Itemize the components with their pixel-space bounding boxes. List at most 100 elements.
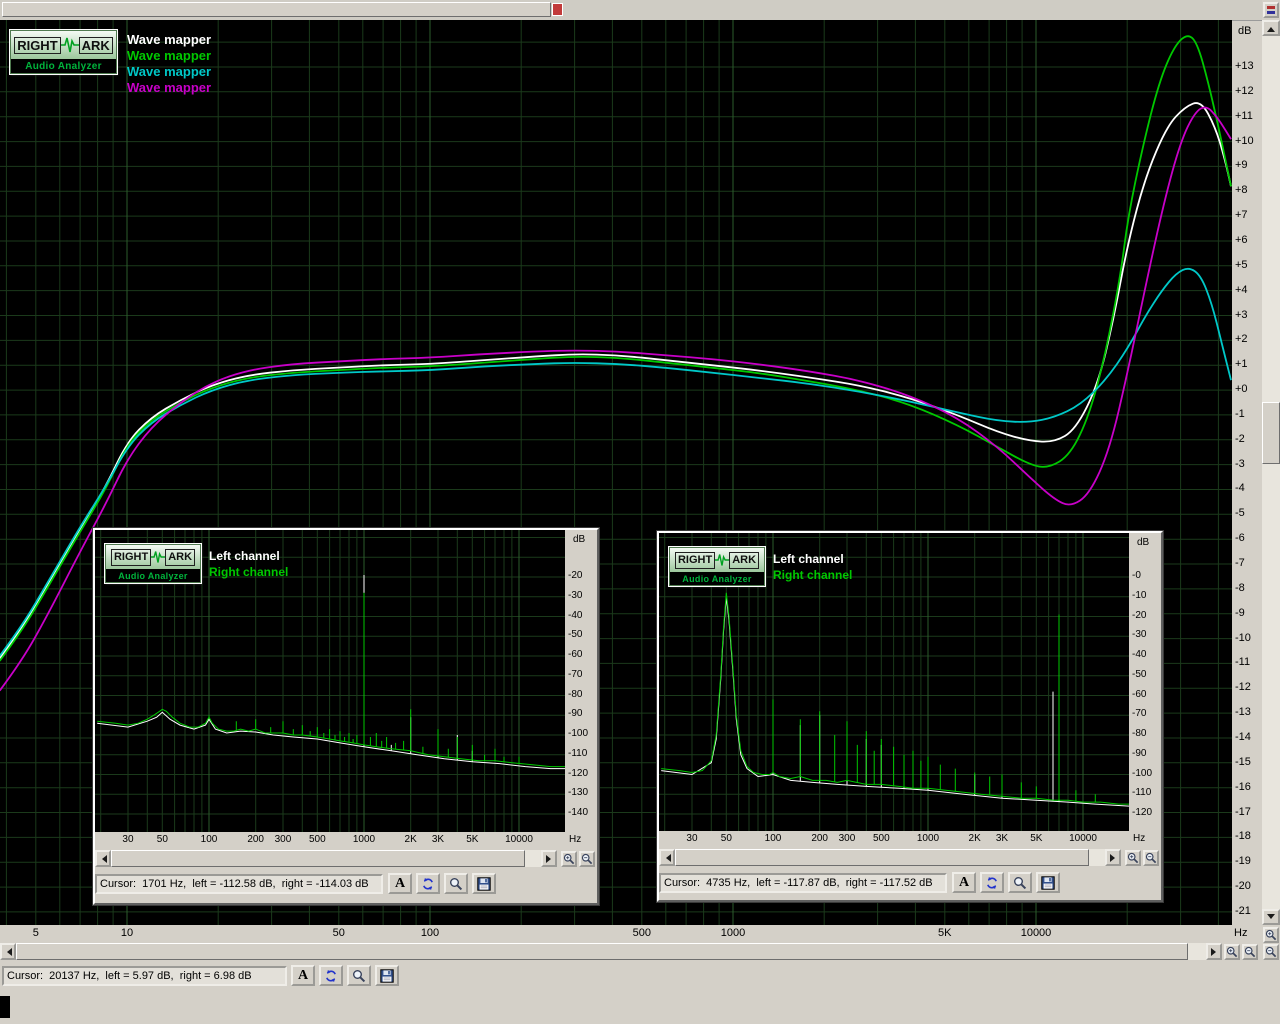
save-button[interactable] <box>472 873 496 894</box>
zoom-out-button[interactable] <box>1143 850 1159 866</box>
y-tick-label: -18 <box>1235 830 1251 843</box>
main-x-axis-unit: Hz <box>1234 927 1248 939</box>
arrow-left-icon <box>98 854 107 863</box>
y-tick-label: +5 <box>1235 258 1248 271</box>
x-tick-label: 10000 <box>505 834 533 845</box>
top-scrollbar-thumb[interactable] <box>2 2 551 17</box>
spectrum-h-scrollbar[interactable] <box>95 850 557 867</box>
y-tick-label: -90 <box>568 708 583 720</box>
spectrum-y-axis: dB -0 -10 -20 -30 -40 -50 -60 -70 -80 -90 -100 -110… <box>1129 533 1159 831</box>
arrow-right-icon <box>545 854 555 863</box>
spectrum-window-left[interactable]: RIGHT ARK Audio Analyzer Left channel Rig… <box>93 528 599 905</box>
y-tick-label: -120 <box>568 767 589 779</box>
y-tick-label: +8 <box>1235 184 1248 197</box>
y-tick-label: +2 <box>1235 333 1248 346</box>
waveform-icon <box>715 554 730 566</box>
save-button[interactable] <box>1036 872 1060 893</box>
y-tick-label: +6 <box>1235 233 1248 246</box>
y-tick-label: -6 <box>1235 532 1245 545</box>
legend-item: Left channel <box>209 549 280 563</box>
y-tick-label: -15 <box>1235 755 1251 768</box>
magnifier-plus-icon <box>1265 929 1277 941</box>
y-tick-label: -12 <box>1235 681 1251 694</box>
y-tick-label: -50 <box>568 629 583 641</box>
floppy-save-icon <box>380 968 394 983</box>
channel-legend: Left channel Right channel <box>773 551 852 583</box>
y-tick-label: -60 <box>568 649 583 660</box>
magnifier-minus-icon <box>1145 852 1157 864</box>
rmaa-logo: RIGHT ARK Audio Analyzer <box>669 547 765 586</box>
magnifier-plus-icon <box>563 853 575 865</box>
scroll-left-button[interactable] <box>659 849 675 866</box>
y-tick-label: -20 <box>1132 609 1147 621</box>
zoom-in-y-button[interactable] <box>1263 927 1279 943</box>
logo-text-right: RIGHT <box>674 551 716 569</box>
y-tick-label: -60 <box>1132 688 1147 700</box>
zoom-out-y-button[interactable] <box>1263 944 1279 960</box>
zoom-in-button[interactable] <box>561 851 577 867</box>
main-h-scrollbar-thumb[interactable] <box>16 943 1188 960</box>
main-v-scrollbar-thumb[interactable] <box>1262 402 1280 464</box>
y-tick-label: -19 <box>1235 855 1251 868</box>
scroll-left-button[interactable] <box>0 943 16 960</box>
y-tick-label: -40 <box>1132 649 1147 660</box>
main-h-scrollbar[interactable] <box>0 943 1222 960</box>
main-font-button[interactable]: A <box>291 965 315 986</box>
y-tick-label: -110 <box>1132 787 1152 799</box>
main-cursor-readout: Cursor: 20137 Hz, left = 5.97 dB, right … <box>2 966 287 986</box>
y-tick-label: +1 <box>1235 358 1248 371</box>
spectrum-h-scrollbar[interactable] <box>659 849 1121 866</box>
y-tick-label: -1 <box>1235 407 1245 420</box>
main-zoom-button[interactable] <box>347 965 371 986</box>
scrollbar-thumb[interactable] <box>111 850 525 867</box>
zoom-out-button[interactable] <box>579 851 595 867</box>
refresh-button[interactable] <box>416 873 440 894</box>
logo-subtitle: Audio Analyzer <box>10 59 117 74</box>
scroll-right-button[interactable] <box>541 850 557 867</box>
x-tick-label: 100 <box>764 833 782 844</box>
zoom-out-x-button[interactable] <box>1242 944 1258 960</box>
main-y-axis: dB +13 +12 +11 +10 +9 +8 +7 +6 +5 +4 +3 +2 +1 +0 -1 -2 -… <box>1232 20 1262 925</box>
y-tick-label: -140 <box>568 807 589 818</box>
scroll-down-button[interactable] <box>1262 909 1280 925</box>
font-a-icon: A <box>958 874 970 890</box>
font-button[interactable]: A <box>952 872 976 893</box>
refresh-button[interactable] <box>980 872 1004 893</box>
scroll-right-button[interactable] <box>1105 849 1121 866</box>
zoom-button[interactable] <box>1008 872 1032 893</box>
main-v-scrollbar[interactable] <box>1262 20 1280 925</box>
y-tick-label: -90 <box>1132 747 1147 759</box>
y-tick-label: -100 <box>568 728 589 739</box>
top-scrollbar[interactable] <box>0 0 1262 21</box>
zoom-in-x-button[interactable] <box>1224 944 1240 960</box>
zoom-button[interactable] <box>444 873 468 894</box>
scroll-right-button[interactable] <box>1206 943 1222 960</box>
arrow-left-icon <box>662 853 671 862</box>
main-save-button[interactable] <box>375 965 399 986</box>
main-x-axis: Hz 5 10 50 100 500 1000 5K 10000 <box>0 925 1262 943</box>
cursor-readout: Cursor: 4735 Hz, left = -117.87 dB, righ… <box>659 873 947 893</box>
y-tick-label: +12 <box>1235 84 1254 97</box>
spectrum-window-right[interactable]: RIGHT ARK Audio Analyzer Left channel Rig… <box>657 531 1163 902</box>
arrow-left-icon <box>3 947 12 956</box>
window-corner-button[interactable] <box>1263 2 1279 18</box>
main-refresh-button[interactable] <box>319 965 343 986</box>
y-tick-label: +11 <box>1235 109 1253 122</box>
y-tick-label: +0 <box>1235 383 1248 396</box>
y-tick-label: -20 <box>568 570 583 581</box>
font-button[interactable]: A <box>388 873 412 894</box>
zoom-in-button[interactable] <box>1125 850 1141 866</box>
spectrum-plot-left[interactable]: RIGHT ARK Audio Analyzer Left channel Rig… <box>95 530 565 832</box>
arrow-right-icon <box>1210 947 1220 956</box>
scroll-left-button[interactable] <box>95 850 111 867</box>
y-tick-label: -30 <box>1132 629 1147 641</box>
spectrum-x-axis: 30 50 100 200 300 500 1000 2K 3K 5K 10000 <box>95 832 565 848</box>
splitter-handle[interactable] <box>552 3 563 16</box>
scrollbar-thumb[interactable] <box>675 849 1089 866</box>
spectrum-plot-right[interactable]: RIGHT ARK Audio Analyzer Left channel Rig… <box>659 533 1130 831</box>
scroll-up-button[interactable] <box>1262 20 1280 36</box>
logo-text-right: RIGHT <box>14 36 61 54</box>
refresh-icon <box>987 876 997 889</box>
spectrum-y-axis: dB -20 -30 -40 -50 -60 -70 -80 -90 -100 -110 -120 -… <box>565 530 595 832</box>
y-tick-label: +9 <box>1235 159 1248 172</box>
